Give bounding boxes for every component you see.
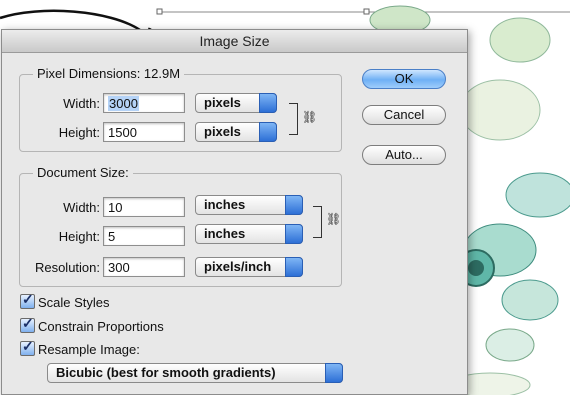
checkbox-checked-icon: ✓ — [20, 291, 35, 309]
doc-height-unit-select[interactable]: inches — [195, 224, 303, 244]
resolution-input[interactable]: 300 — [103, 257, 185, 277]
doc-width-unit-select[interactable]: inches — [195, 195, 303, 215]
pixel-width-value: 3000 — [108, 96, 139, 111]
pixel-height-label: Height: — [58, 125, 100, 140]
doc-width-input[interactable]: 10 — [103, 197, 185, 217]
doc-height-input[interactable]: 5 — [103, 226, 185, 246]
select-arrows-icon — [285, 257, 303, 277]
cancel-button[interactable]: Cancel — [362, 105, 446, 125]
pixel-height-input[interactable]: 1500 — [103, 122, 185, 142]
pixel-link-bracket — [289, 103, 298, 135]
resample-method-select[interactable]: Bicubic (best for smooth gradients) — [47, 363, 343, 383]
pixel-width-input[interactable]: 3000 — [103, 93, 185, 113]
scale-styles-checkbox[interactable]: ✓ Scale Styles — [20, 291, 110, 310]
resolution-unit-select[interactable]: pixels/inch — [195, 257, 303, 277]
guide-handle — [156, 8, 163, 15]
select-arrows-icon — [259, 93, 277, 113]
chain-link-icon: ⛓ — [302, 110, 318, 124]
doc-height-label: Height: — [58, 229, 100, 244]
hand-drawn-arrow — [0, 9, 141, 32]
document-size-legend: Document Size: — [33, 165, 133, 180]
checkbox-checked-icon: ✓ — [20, 338, 35, 356]
image-size-dialog: Image Size Pixel Dimensions: 12.9M Width… — [1, 29, 468, 395]
resolution-label: Resolution: — [34, 260, 100, 275]
ok-button[interactable]: OK — [362, 69, 446, 89]
chain-link-icon: ⛓ — [326, 212, 342, 226]
checkbox-checked-icon: ✓ — [20, 315, 35, 333]
select-arrows-icon — [285, 195, 303, 215]
doc-width-label: Width: — [63, 200, 100, 215]
resample-image-checkbox[interactable]: ✓ Resample Image: — [20, 338, 140, 357]
pixel-dimensions-legend: Pixel Dimensions: 12.9M — [33, 66, 185, 81]
constrain-proportions-checkbox[interactable]: ✓ Constrain Proportions — [20, 315, 164, 334]
guide-handle — [363, 8, 370, 15]
doc-link-bracket — [313, 206, 322, 238]
select-arrows-icon — [285, 224, 303, 244]
pixel-height-unit-select[interactable]: pixels — [195, 122, 277, 142]
auto-button[interactable]: Auto... — [362, 145, 446, 165]
pixel-width-label: Width: — [63, 96, 100, 111]
select-arrows-icon — [259, 122, 277, 142]
select-arrows-icon — [325, 363, 343, 383]
pixel-width-unit-select[interactable]: pixels — [195, 93, 277, 113]
dialog-title: Image Size — [2, 30, 467, 53]
